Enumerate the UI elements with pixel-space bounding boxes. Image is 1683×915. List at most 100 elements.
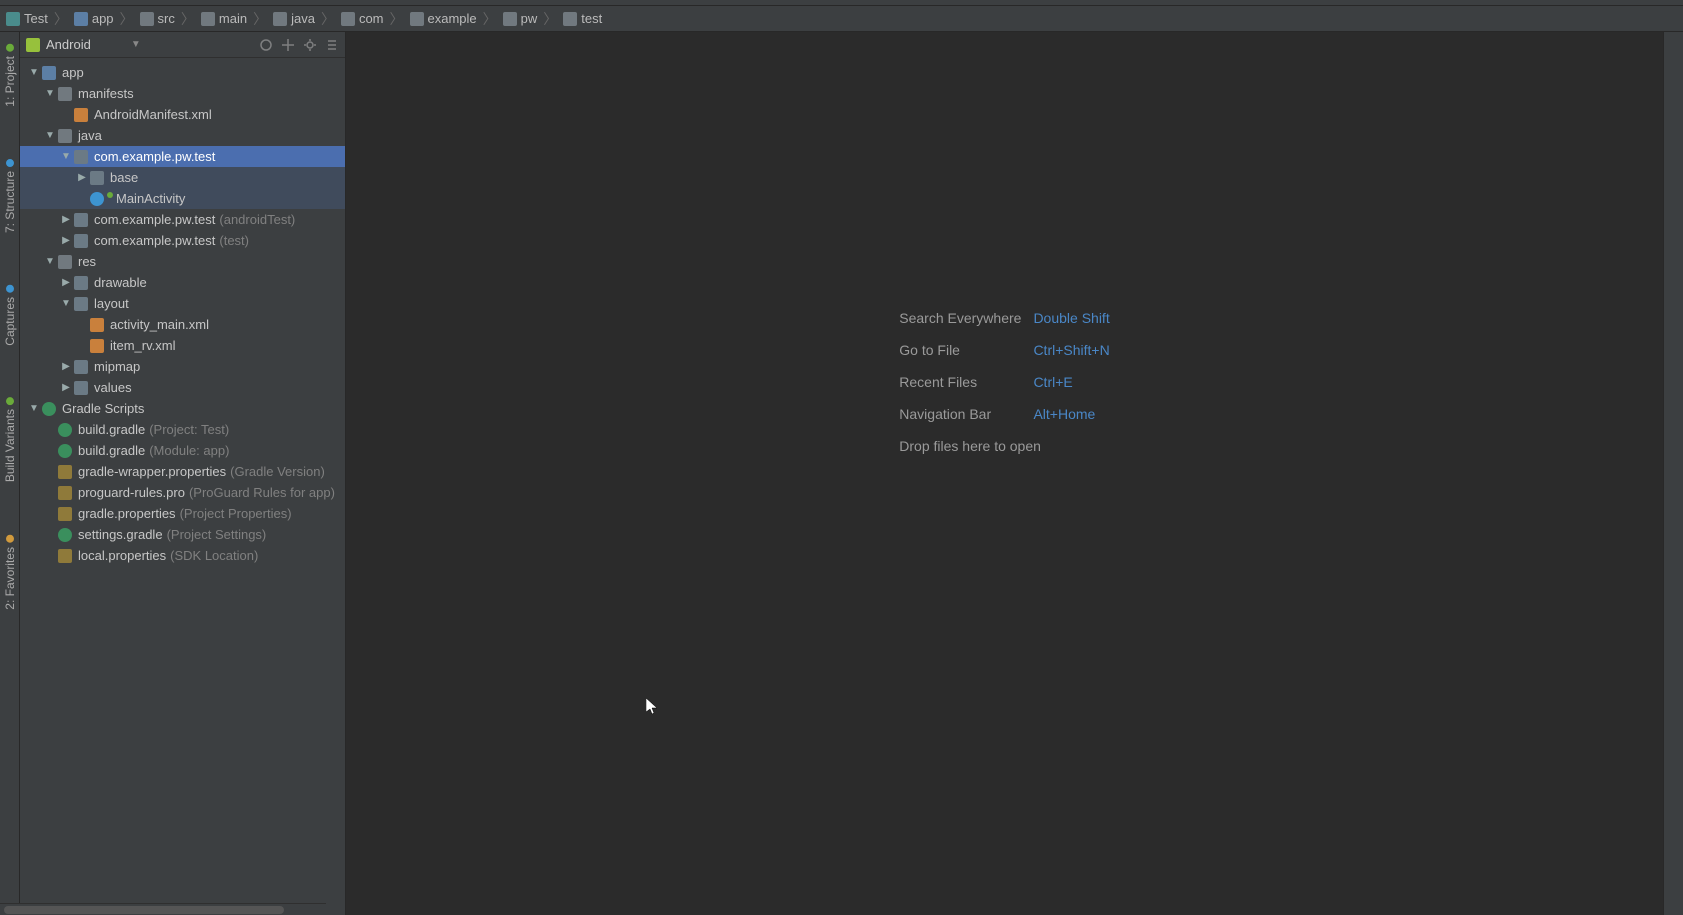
horizontal-scrollbar[interactable] xyxy=(0,903,326,915)
project-panel-header[interactable]: Android ▼ xyxy=(20,32,345,58)
breadcrumb-separator-icon: 〉 xyxy=(390,9,404,29)
expand-arrow-right-icon[interactable]: ▶ xyxy=(60,214,72,225)
tree-node-label: build.gradle xyxy=(78,443,145,458)
tree-node-label: app xyxy=(62,65,84,80)
tree-node-qualifier: (Project Properties) xyxy=(180,506,292,521)
tree-node[interactable]: ▶MainActivity xyxy=(20,188,345,209)
expand-arrow-down-icon[interactable]: ▼ xyxy=(60,151,72,162)
tree-node-label: gradle-wrapper.properties xyxy=(78,464,226,479)
tree-node[interactable]: ▶ drawable xyxy=(20,272,345,293)
breadcrumb-item[interactable]: Test xyxy=(4,11,50,26)
tool-window-tab[interactable]: 2: Favorites xyxy=(3,529,17,616)
collapse-icon[interactable] xyxy=(325,38,339,52)
expand-arrow-down-icon[interactable]: ▼ xyxy=(44,256,56,267)
tree-node[interactable]: ▶gradle.properties(Project Properties) xyxy=(20,503,345,524)
tree-node[interactable]: ▶item_rv.xml xyxy=(20,335,345,356)
tree-node[interactable]: ▶proguard-rules.pro(ProGuard Rules for a… xyxy=(20,482,345,503)
tree-node-label: mipmap xyxy=(94,359,140,374)
dropdown-arrow-icon[interactable]: ▼ xyxy=(131,39,141,50)
left-tool-gutter[interactable]: 1: Project 7: Structure Captures Build Vari… xyxy=(0,32,20,915)
breadcrumb-label: com xyxy=(359,11,384,26)
tool-window-tab[interactable]: 1: Project xyxy=(3,38,17,113)
expand-arrow-right-icon[interactable]: ▶ xyxy=(60,382,72,393)
expand-arrow-right-icon[interactable]: ▶ xyxy=(60,277,72,288)
tree-node-label: com.example.pw.test xyxy=(94,212,215,227)
tree-node-label: drawable xyxy=(94,275,147,290)
node-icon xyxy=(74,276,88,290)
tree-node[interactable]: ▶build.gradle(Project: Test) xyxy=(20,419,345,440)
expand-arrow-right-icon[interactable]: ▶ xyxy=(60,361,72,372)
tree-node[interactable]: ▶ mipmap xyxy=(20,356,345,377)
breadcrumb-item[interactable]: main xyxy=(199,11,249,26)
tree-node-label: MainActivity xyxy=(116,191,185,206)
tree-node-label: manifests xyxy=(78,86,134,101)
hint-shortcut: Double Shift xyxy=(1033,310,1109,326)
node-icon xyxy=(58,87,72,101)
tool-dot-icon xyxy=(6,44,14,52)
tree-node[interactable]: ▼ com.example.pw.test xyxy=(20,146,345,167)
tree-node[interactable]: ▶AndroidManifest.xml xyxy=(20,104,345,125)
breadcrumb[interactable]: Test〉app〉src〉main〉java〉com〉example〉pw〉te… xyxy=(0,6,1683,32)
tree-node[interactable]: ▼res xyxy=(20,251,345,272)
breadcrumb-separator-icon: 〉 xyxy=(181,9,195,29)
node-icon xyxy=(58,528,72,542)
tree-node[interactable]: ▶build.gradle(Module: app) xyxy=(20,440,345,461)
breadcrumb-item[interactable]: pw xyxy=(501,11,540,26)
breadcrumb-item[interactable]: test xyxy=(561,11,604,26)
expand-arrow-down-icon[interactable]: ▼ xyxy=(28,67,40,78)
node-icon xyxy=(58,486,72,500)
node-icon xyxy=(58,507,72,521)
tree-node-label: layout xyxy=(94,296,129,311)
gear-icon[interactable] xyxy=(303,38,317,52)
tree-node-qualifier: (Module: app) xyxy=(149,443,229,458)
tool-window-tab[interactable]: Build Variants xyxy=(3,391,17,488)
scrollbar-thumb[interactable] xyxy=(4,906,284,914)
tree-node[interactable]: ▶activity_main.xml xyxy=(20,314,345,335)
breadcrumb-item[interactable]: example xyxy=(408,11,479,26)
breadcrumb-item[interactable]: java xyxy=(271,11,317,26)
drop-hint: Drop files here to open xyxy=(899,438,1109,454)
expand-arrow-down-icon[interactable]: ▼ xyxy=(44,88,56,99)
tree-node[interactable]: ▶gradle-wrapper.properties(Gradle Versio… xyxy=(20,461,345,482)
project-view-title[interactable]: Android xyxy=(46,37,91,52)
tree-node[interactable]: ▼ manifests xyxy=(20,83,345,104)
tree-node[interactable]: ▼Gradle Scripts xyxy=(20,398,345,419)
node-icon xyxy=(58,465,72,479)
tree-node[interactable]: ▶values xyxy=(20,377,345,398)
hint-label: Search Everywhere xyxy=(899,310,1021,326)
expand-arrow-right-icon[interactable]: ▶ xyxy=(60,235,72,246)
tree-node[interactable]: ▶com.example.pw.test(test) xyxy=(20,230,345,251)
tree-node[interactable]: ▶settings.gradle(Project Settings) xyxy=(20,524,345,545)
run-dot-icon xyxy=(107,192,113,198)
hint-shortcut: Ctrl+E xyxy=(1033,374,1109,390)
expand-arrow-down-icon[interactable]: ▼ xyxy=(28,403,40,414)
node-icon xyxy=(42,402,56,416)
tree-node[interactable]: ▶local.properties(SDK Location) xyxy=(20,545,345,566)
breadcrumb-item[interactable]: src xyxy=(138,11,177,26)
tree-node-label: com.example.pw.test xyxy=(94,149,215,164)
tree-node-label: java xyxy=(78,128,102,143)
tree-node-label: com.example.pw.test xyxy=(94,233,215,248)
tree-node[interactable]: ▼ app xyxy=(20,62,345,83)
hint-label: Navigation Bar xyxy=(899,406,1021,422)
expand-arrow-right-icon[interactable]: ▶ xyxy=(76,172,88,183)
folder-icon xyxy=(74,12,88,26)
tool-window-tab[interactable]: 7: Structure xyxy=(3,153,17,239)
tree-node[interactable]: ▼ java xyxy=(20,125,345,146)
right-tool-gutter[interactable] xyxy=(1663,32,1683,915)
sync-icon[interactable] xyxy=(259,38,273,52)
tool-window-tab[interactable]: Captures xyxy=(3,279,17,352)
tool-dot-icon xyxy=(6,397,14,405)
tree-node[interactable]: ▼ layout xyxy=(20,293,345,314)
tree-node-label: local.properties xyxy=(78,548,166,563)
project-tree[interactable]: ▼app▼manifests▶AndroidManifest.xml▼java▼… xyxy=(20,58,345,915)
editor-area[interactable]: Search EverywhereDouble ShiftGo to FileC… xyxy=(346,32,1663,915)
tree-node[interactable]: ▶base xyxy=(20,167,345,188)
breadcrumb-item[interactable]: app xyxy=(72,11,116,26)
expand-arrow-down-icon[interactable]: ▼ xyxy=(60,298,72,309)
expand-arrow-down-icon[interactable]: ▼ xyxy=(44,130,56,141)
breadcrumb-item[interactable]: com xyxy=(339,11,386,26)
target-icon[interactable] xyxy=(281,38,295,52)
tree-node[interactable]: ▶com.example.pw.test(androidTest) xyxy=(20,209,345,230)
node-icon xyxy=(90,339,104,353)
